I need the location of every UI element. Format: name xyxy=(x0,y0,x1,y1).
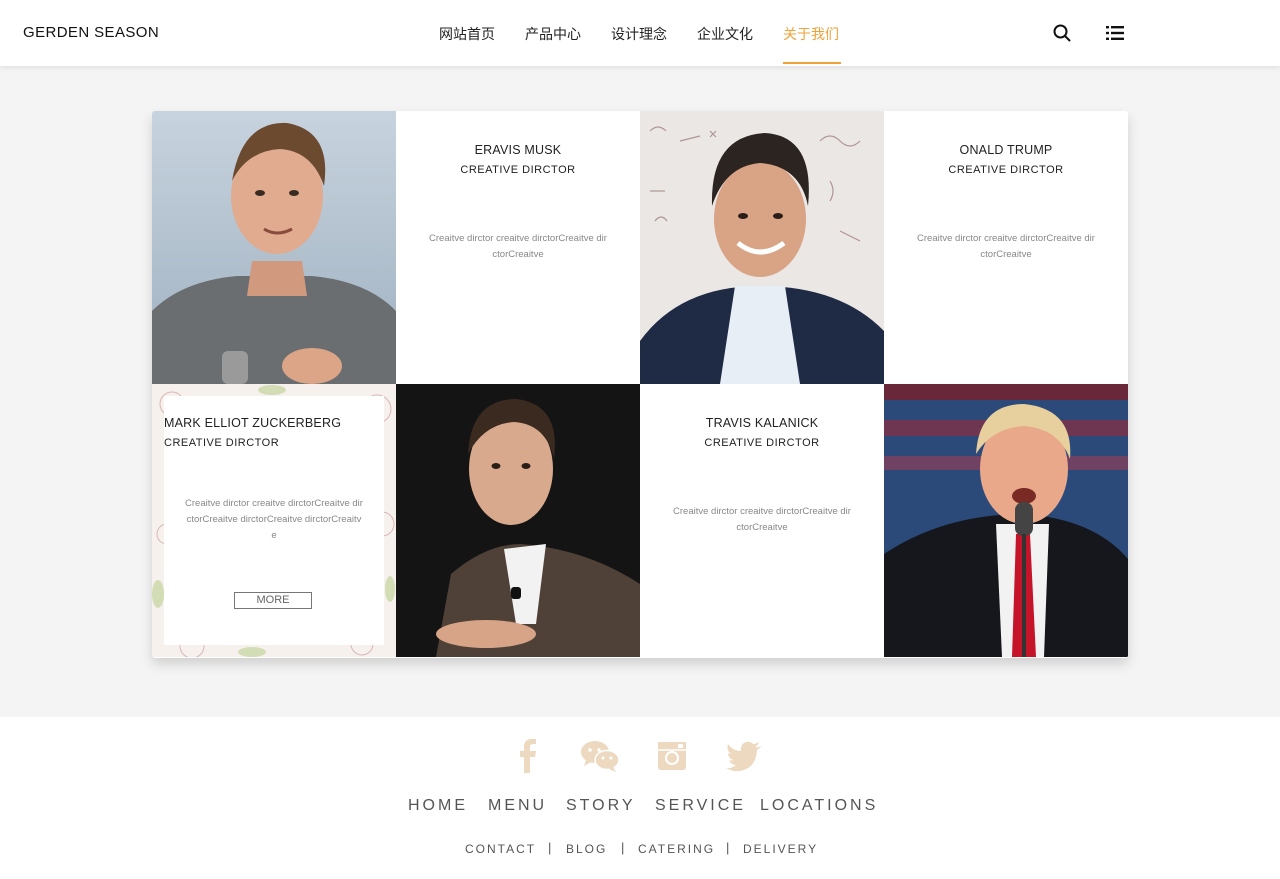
nav-active-indicator xyxy=(783,62,841,64)
footer-link-story[interactable]: STORY xyxy=(566,797,636,815)
site-header: GERDEN SEASON 网站首页 产品中心 设计理念 企业文化 关于我们 xyxy=(0,0,1280,66)
member-role: CREATIVE DIRCTOR xyxy=(164,437,280,449)
twitter-icon[interactable] xyxy=(726,739,762,773)
footer-link-catering[interactable]: CATERING xyxy=(638,842,715,856)
site-footer: HOME MENU STORY SERVICE LOCATIONS CONTAC… xyxy=(0,717,1280,879)
member-name: TRAVIS KALANICK xyxy=(705,416,819,430)
footer-link-locations[interactable]: LOCATIONS xyxy=(760,797,878,815)
team-card-1: ERAVIS MUSK CREATIVE DIRCTOR Creaitve di… xyxy=(396,111,640,384)
nav-item-products[interactable]: 产品中心 xyxy=(525,24,581,44)
team-photo-4 xyxy=(884,384,1128,657)
member-desc: Creaitve dirctor creaitve dirctorCreaitv… xyxy=(673,506,851,533)
footer-link-service[interactable]: SERVICE xyxy=(655,797,746,815)
member-name: MARK ELLIOT ZUCKERBERG xyxy=(164,416,342,430)
team-photo-3 xyxy=(396,384,640,657)
nav-item-about[interactable]: 关于我们 xyxy=(783,24,839,44)
footer-link-home[interactable]: HOME xyxy=(408,797,468,815)
member-name: ONALD TRUMP xyxy=(959,143,1053,157)
featured-member-card: MARK ELLIOT ZUCKERBERG CREATIVE DIRCTOR … xyxy=(164,396,384,645)
brand-logo[interactable]: GERDEN SEASON xyxy=(23,24,159,41)
footer-separator: | xyxy=(726,840,730,855)
footer-link-blog[interactable]: BLOG xyxy=(566,842,607,856)
footer-link-menu[interactable]: MENU xyxy=(488,797,547,815)
footer-link-delivery[interactable]: DELIVERY xyxy=(743,842,818,856)
wechat-icon[interactable] xyxy=(580,739,620,773)
more-button[interactable]: MORE xyxy=(234,592,312,609)
team-photo-1 xyxy=(152,111,396,384)
footer-link-contact[interactable]: CONTACT xyxy=(465,842,536,856)
search-icon[interactable] xyxy=(1052,23,1072,43)
nav-item-design[interactable]: 设计理念 xyxy=(611,24,667,44)
footer-separator: | xyxy=(548,840,552,855)
member-role: CREATIVE DIRCTOR xyxy=(460,164,576,176)
instagram-icon[interactable] xyxy=(657,739,687,773)
facebook-icon[interactable] xyxy=(517,739,539,773)
footer-separator: | xyxy=(621,840,625,855)
list-menu-icon[interactable] xyxy=(1105,23,1125,43)
team-card-3: TRAVIS KALANICK CREATIVE DIRCTOR Creaitv… xyxy=(640,384,884,657)
nav-item-culture[interactable]: 企业文化 xyxy=(697,24,753,44)
member-role: CREATIVE DIRCTOR xyxy=(704,437,820,449)
team-card-2: ONALD TRUMP CREATIVE DIRCTOR Creaitve di… xyxy=(884,111,1128,384)
team-grid: ERAVIS MUSK CREATIVE DIRCTOR Creaitve di… xyxy=(152,111,1128,658)
member-desc: Creaitve dirctor creaitve dirctorCreaitv… xyxy=(917,233,1095,260)
member-name: ERAVIS MUSK xyxy=(474,143,562,157)
team-card-featured: MARK ELLIOT ZUCKERBERG CREATIVE DIRCTOR … xyxy=(152,384,396,657)
member-role: CREATIVE DIRCTOR xyxy=(948,164,1064,176)
team-photo-2 xyxy=(640,111,884,384)
member-desc: Creaitve dirctor creaitve dirctorCreaitv… xyxy=(429,233,607,260)
nav-item-home[interactable]: 网站首页 xyxy=(439,24,495,44)
member-desc: Creaitve dirctor creaitve dirctorCreaitv… xyxy=(185,498,363,541)
